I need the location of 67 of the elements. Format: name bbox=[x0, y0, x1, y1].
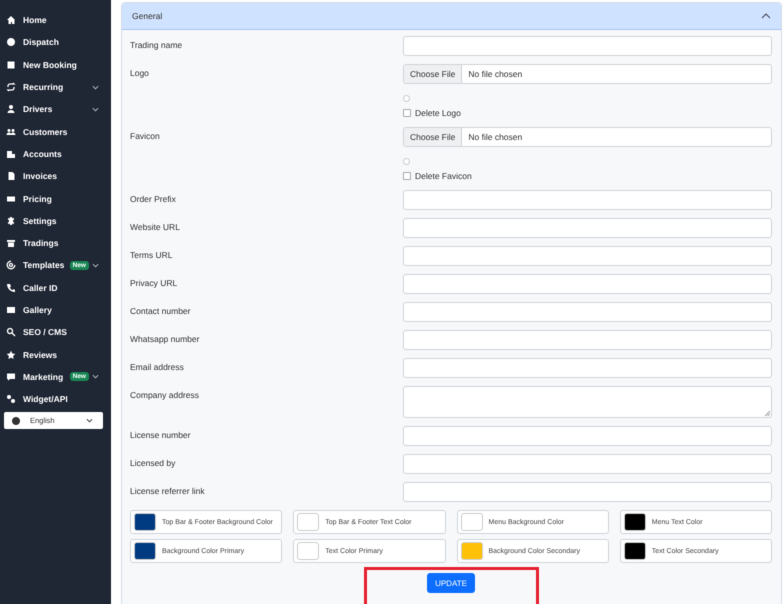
file-input[interactable]: Choose File No file chosen bbox=[403, 64, 772, 84]
file-icon bbox=[6, 171, 16, 182]
field-label: Email address bbox=[130, 361, 185, 374]
field-label: License referrer link bbox=[130, 485, 206, 498]
sidebar-item[interactable]: Home bbox=[0, 9, 111, 32]
field-label: Favicon bbox=[130, 130, 161, 143]
text-field[interactable] bbox=[403, 190, 772, 210]
chat-icon bbox=[6, 372, 16, 382]
sidebar-item[interactable]: Reviews bbox=[0, 343, 111, 366]
text-field[interactable] bbox=[403, 246, 772, 266]
file-input[interactable]: Choose File No file chosen bbox=[403, 127, 772, 147]
text-field[interactable] bbox=[403, 218, 772, 238]
field-label: Contact number bbox=[130, 305, 192, 318]
store-icon bbox=[6, 238, 16, 248]
field-label: License number bbox=[130, 429, 192, 442]
checkbox[interactable] bbox=[403, 109, 411, 117]
field-label: Logo bbox=[130, 67, 150, 80]
text-field[interactable] bbox=[403, 36, 772, 56]
repeat-icon bbox=[6, 82, 16, 92]
text-field[interactable] bbox=[403, 358, 772, 378]
search-icon bbox=[6, 327, 16, 338]
field-label: Terms URL bbox=[130, 249, 174, 262]
home-icon bbox=[6, 15, 16, 26]
text-field[interactable] bbox=[403, 482, 772, 502]
sidebar-item[interactable]: Customers bbox=[0, 120, 111, 143]
user-icon bbox=[6, 104, 16, 114]
field-label: Order Prefix bbox=[130, 193, 177, 206]
building-icon bbox=[6, 148, 16, 159]
sidebar-item[interactable]: SEO / CMS bbox=[0, 321, 111, 344]
field-label: Website URL bbox=[130, 221, 181, 234]
phone-icon bbox=[6, 282, 16, 293]
section-header[interactable]: General bbox=[122, 3, 781, 30]
sidebar-item[interactable]: Settings bbox=[0, 210, 111, 232]
sidebar-item[interactable]: Caller ID bbox=[0, 276, 111, 299]
field-label: Privacy URL bbox=[130, 277, 178, 290]
sidebar-item[interactable]: Drivers bbox=[0, 98, 111, 120]
text-area[interactable] bbox=[403, 386, 772, 418]
field-label: Licensed by bbox=[130, 457, 176, 470]
sidebar-item[interactable]: Invoices bbox=[0, 165, 111, 188]
text-field[interactable] bbox=[403, 454, 772, 474]
radio-button[interactable] bbox=[403, 95, 410, 102]
star-icon bbox=[6, 350, 16, 360]
update-button[interactable]: UPDATE bbox=[427, 573, 475, 593]
checkbox-label: Delete Logo bbox=[415, 108, 461, 118]
checkbox-label: Delete Favicon bbox=[415, 171, 472, 181]
sidebar-item[interactable]: Dispatch bbox=[0, 31, 111, 54]
field-label: Company address bbox=[130, 389, 200, 402]
text-field[interactable] bbox=[403, 426, 772, 446]
text-field[interactable] bbox=[403, 274, 772, 294]
field-label: Whatsapp number bbox=[130, 333, 200, 346]
users-icon bbox=[6, 126, 16, 137]
field-label: Trading name bbox=[130, 39, 184, 52]
gear-icon bbox=[6, 216, 16, 226]
chevron-icon bbox=[86, 418, 93, 424]
text-field[interactable] bbox=[403, 330, 772, 350]
sidebar-item[interactable]: Widget/API bbox=[0, 388, 111, 410]
checkbox[interactable] bbox=[403, 172, 411, 180]
sidebar-item[interactable]: Accounts bbox=[0, 142, 111, 166]
sidebar-item[interactable]: Pricing bbox=[0, 187, 111, 210]
sidebar-item[interactable]: Gallery bbox=[0, 298, 111, 322]
resize-grip-icon bbox=[764, 410, 770, 416]
sidebar-item[interactable]: New Booking bbox=[0, 54, 111, 76]
sidebar-item[interactable]: Tradings bbox=[0, 232, 111, 254]
radio-button[interactable] bbox=[403, 158, 410, 165]
chevron-up-icon[interactable] bbox=[761, 13, 771, 19]
sidebar-item[interactable]: Recurring bbox=[0, 76, 111, 98]
text-field[interactable] bbox=[403, 302, 772, 322]
